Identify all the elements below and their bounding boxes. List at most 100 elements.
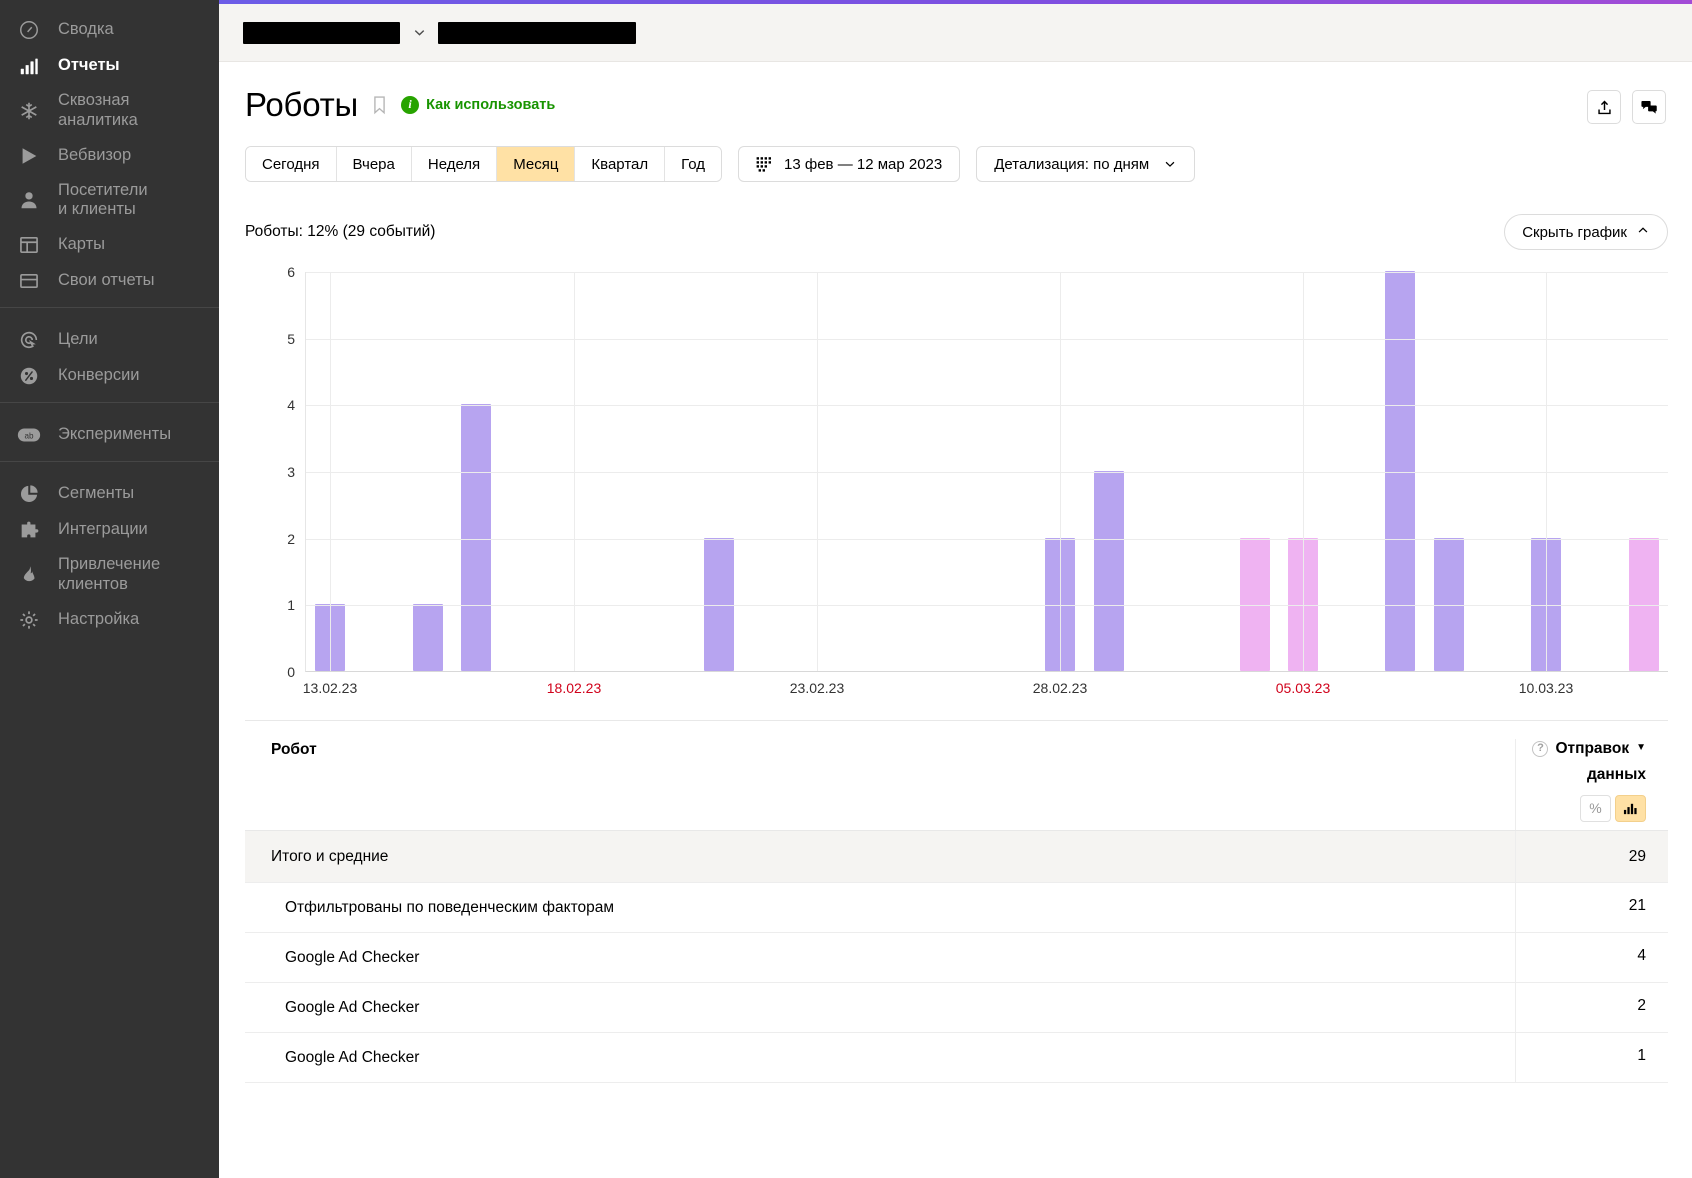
table-row[interactable]: Google Ad Checker 2 bbox=[245, 983, 1668, 1033]
page-title: Роботы bbox=[245, 86, 359, 123]
table-row[interactable]: Отфильтрованы по поведенческим факторам … bbox=[245, 883, 1668, 933]
counter-selector-redacted[interactable] bbox=[243, 21, 400, 44]
column-header-line1: Отправок bbox=[1555, 740, 1630, 757]
sidebar-item-settings[interactable]: Настройка bbox=[0, 602, 219, 638]
sidebar-group-experiments: ab Эксперименты bbox=[0, 402, 219, 461]
chart-y-tick-label: 3 bbox=[287, 464, 295, 480]
row-value: 21 bbox=[1628, 897, 1646, 914]
table-row[interactable]: Google Ad Checker 1 bbox=[245, 1033, 1668, 1083]
bar-chart-icon bbox=[16, 55, 42, 77]
chart-bar[interactable] bbox=[1434, 537, 1465, 671]
sidebar: Сводка Отчеты Сквозная аналитика Вебвизо… bbox=[0, 0, 219, 1178]
chart-bar[interactable] bbox=[1239, 537, 1270, 671]
report-content: Роботы i Как использовать Сегодня Вчера … bbox=[219, 62, 1692, 1083]
sidebar-item-label: Цели bbox=[58, 330, 98, 349]
chart-bar[interactable] bbox=[1628, 537, 1659, 671]
sidebar-item-label: Сегменты bbox=[58, 484, 135, 503]
period-week[interactable]: Неделя bbox=[411, 147, 498, 181]
chevron-up-icon bbox=[1636, 223, 1650, 241]
person-icon bbox=[16, 189, 42, 211]
feedback-button[interactable] bbox=[1632, 90, 1666, 124]
sidebar-item-segments[interactable]: Сегменты bbox=[0, 476, 219, 512]
counter-topbar bbox=[219, 4, 1692, 62]
calendar-icon bbox=[756, 156, 772, 172]
period-year[interactable]: Год bbox=[665, 147, 722, 181]
chart-header: Роботы: 12% (29 событий) Скрыть график bbox=[245, 214, 1668, 250]
toggle-bars-button[interactable] bbox=[1615, 794, 1646, 822]
sidebar-item-goals[interactable]: Цели bbox=[0, 322, 219, 358]
sidebar-item-label: Эксперименты bbox=[58, 425, 172, 444]
period-quarter[interactable]: Квартал bbox=[575, 147, 666, 181]
sidebar-item-integrations[interactable]: Интеграции bbox=[0, 512, 219, 548]
sidebar-item-summary[interactable]: Сводка bbox=[0, 12, 219, 48]
sidebar-group-reports: Сводка Отчеты Сквозная аналитика Вебвизо… bbox=[0, 6, 219, 307]
period-today[interactable]: Сегодня bbox=[246, 147, 337, 181]
bookmark-icon[interactable] bbox=[371, 94, 388, 116]
pie-icon bbox=[16, 483, 42, 505]
toggle-percent-button[interactable]: % bbox=[1580, 794, 1611, 822]
chart-bar[interactable] bbox=[704, 537, 735, 671]
sidebar-item-webvisor[interactable]: Вебвизор bbox=[0, 138, 219, 174]
sidebar-item-conversions[interactable]: Конверсии bbox=[0, 358, 219, 394]
sidebar-item-label: Вебвизор bbox=[58, 145, 132, 164]
sidebar-item-label: Сквозная аналитика bbox=[58, 91, 138, 129]
column-header-value: ? Отправок ▼ данных % bbox=[1516, 739, 1668, 822]
row-label: Google Ad Checker bbox=[245, 933, 1516, 982]
target-icon bbox=[16, 329, 42, 351]
sidebar-group-goals: Цели Конверсии bbox=[0, 307, 219, 402]
help-icon[interactable]: ? bbox=[1532, 740, 1549, 757]
hide-chart-button[interactable]: Скрыть график bbox=[1504, 214, 1668, 250]
sidebar-item-reports[interactable]: Отчеты bbox=[0, 48, 219, 84]
totals-label: Итого и средние bbox=[245, 831, 1516, 882]
robots-bar-chart: 0 1 2 3 4 5 6 13.02.23 18.02.23 23.02.23 28.02.23 0… bbox=[245, 264, 1668, 702]
row-label: Отфильтрованы по поведенческим факторам bbox=[245, 883, 1516, 932]
flame-icon bbox=[16, 564, 42, 586]
chart-vertical-gridline bbox=[817, 272, 818, 671]
robots-table: Робот ? Отправок ▼ данных % Итого и сред… bbox=[245, 720, 1668, 1083]
play-icon bbox=[16, 145, 42, 167]
table-header-row: Робот ? Отправок ▼ данных % bbox=[245, 721, 1668, 831]
sidebar-item-experiments[interactable]: ab Эксперименты bbox=[0, 417, 219, 453]
sidebar-item-custom-reports[interactable]: Свои отчеты bbox=[0, 263, 219, 299]
sidebar-item-end-to-end-analytics[interactable]: Сквозная аналитика bbox=[0, 84, 219, 138]
chevron-down-icon[interactable] bbox=[410, 25, 428, 40]
filters-row: Сегодня Вчера Неделя Месяц Квартал Год 1… bbox=[245, 146, 1668, 182]
percent-circle-icon bbox=[16, 365, 42, 387]
sidebar-item-label: Интеграции bbox=[58, 520, 148, 539]
chart-y-tick-label: 4 bbox=[287, 397, 295, 414]
chart-bar[interactable] bbox=[1093, 471, 1124, 671]
chart-vertical-gridline bbox=[574, 272, 575, 671]
export-button[interactable] bbox=[1587, 90, 1621, 124]
chart-plot-area: 0 1 2 3 4 5 6 13.02.23 18.02.23 23.02.23 28.02.23 0… bbox=[287, 264, 1668, 696]
value-display-toggle: % bbox=[1580, 794, 1646, 822]
detail-level-dropdown[interactable]: Детализация: по дням bbox=[976, 146, 1196, 182]
chart-y-tick-label: 0 bbox=[287, 664, 295, 680]
gauge-icon bbox=[16, 19, 42, 41]
chart-vertical-gridline bbox=[1060, 272, 1061, 671]
gear-icon bbox=[16, 609, 42, 631]
column-header-robot[interactable]: Робот bbox=[245, 739, 1516, 830]
table-row[interactable]: Google Ad Checker 4 bbox=[245, 933, 1668, 983]
date-range-picker[interactable]: 13 фев — 12 мар 2023 bbox=[738, 146, 961, 182]
sidebar-item-label: Настройка bbox=[58, 609, 140, 628]
sidebar-item-maps[interactable]: Карты bbox=[0, 227, 219, 263]
chart-bar[interactable] bbox=[412, 604, 443, 671]
chart-x-tick-label: 05.03.23 bbox=[1275, 680, 1331, 696]
svg-text:ab: ab bbox=[24, 432, 34, 441]
column-header-value-title[interactable]: ? Отправок ▼ данных bbox=[1526, 739, 1646, 785]
ab-icon: ab bbox=[16, 424, 42, 446]
sort-desc-icon[interactable]: ▼ bbox=[1636, 742, 1646, 755]
row-value-cell: 1 bbox=[1516, 1033, 1668, 1065]
how-to-use-link[interactable]: i Как использовать bbox=[401, 95, 555, 114]
chart-vertical-gridline bbox=[1546, 272, 1547, 671]
detail-level-label: Детализация: по дням bbox=[994, 155, 1150, 173]
period-yesterday[interactable]: Вчера bbox=[336, 147, 412, 181]
date-range-label: 13 фев — 12 мар 2023 bbox=[784, 155, 943, 173]
chart-gridline bbox=[306, 405, 1668, 407]
header-actions bbox=[1587, 90, 1666, 124]
period-month[interactable]: Месяц bbox=[497, 147, 576, 181]
chart-y-tick-label: 1 bbox=[287, 597, 295, 614]
sidebar-item-visitors[interactable]: Посетители и клиенты bbox=[0, 174, 219, 228]
sidebar-item-customer-acquisition[interactable]: Привлечение клиентов bbox=[0, 548, 219, 602]
chart-bar[interactable] bbox=[1385, 271, 1416, 671]
